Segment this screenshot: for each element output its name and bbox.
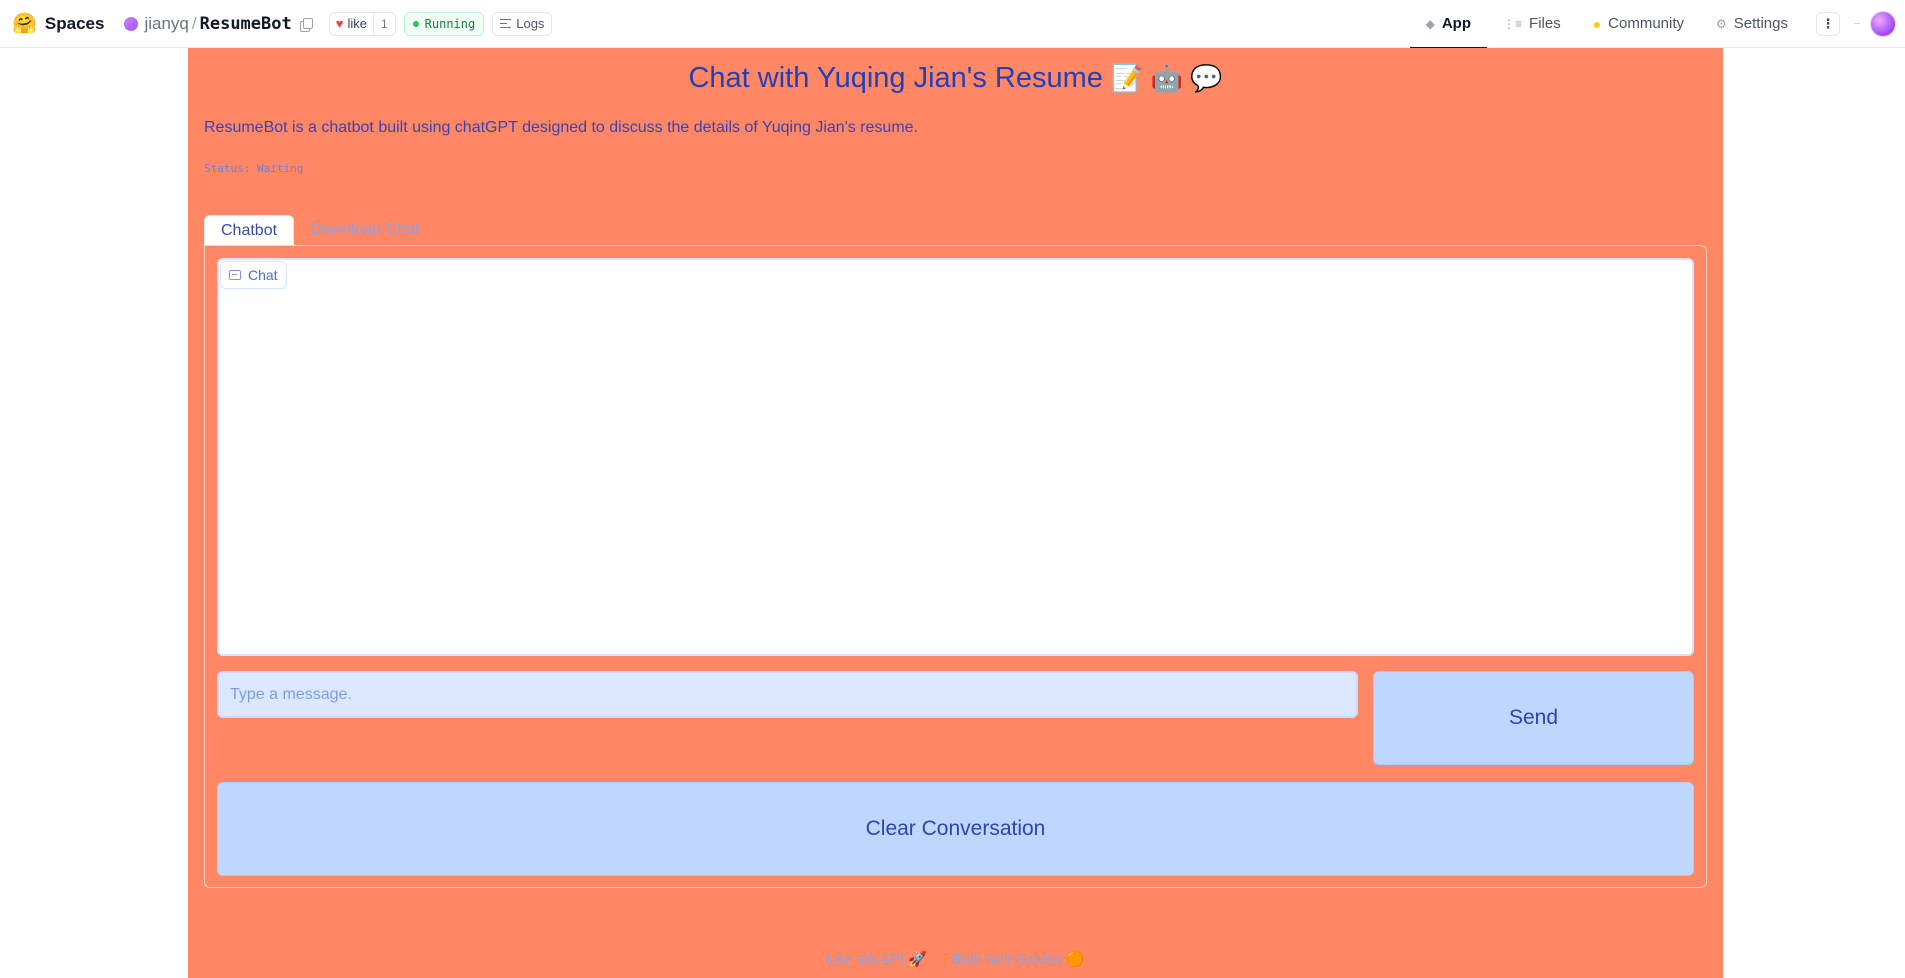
spaces-home-link[interactable]: 🤗 Spaces bbox=[12, 14, 104, 34]
tab-files[interactable]: ⋮≡ Files bbox=[1487, 0, 1577, 48]
community-icon: ● bbox=[1592, 15, 1602, 32]
logs-icon bbox=[500, 19, 512, 28]
like-control: ♥ like 1 bbox=[328, 11, 396, 36]
user-avatar[interactable] bbox=[1870, 10, 1896, 37]
space-nav: ◆ App ⋮≡ Files ● Community ⚙ Settings ⋮ bbox=[1409, 0, 1905, 49]
tab-download-chat[interactable]: Download Chat bbox=[294, 215, 435, 245]
tab-bar: Chatbot Download Chat bbox=[204, 215, 435, 245]
owner-link[interactable]: jianyq bbox=[144, 14, 188, 34]
tab-community-label: Community bbox=[1608, 15, 1685, 32]
use-via-api-link[interactable]: Use via API bbox=[827, 951, 905, 968]
logs-label: Logs bbox=[516, 16, 545, 31]
tab-app[interactable]: ◆ App bbox=[1409, 0, 1488, 49]
heart-icon: ♥ bbox=[335, 16, 344, 31]
spaces-label: Spaces bbox=[44, 13, 105, 33]
like-button[interactable]: ♥ like bbox=[330, 13, 373, 35]
chatbot-panel: Chat Send Clear Conversation bbox=[204, 245, 1707, 888]
tab-settings-label: Settings bbox=[1733, 15, 1788, 32]
message-input[interactable] bbox=[217, 671, 1358, 718]
gradio-app: Chat with Yuqing Jian's Resume 📝 🤖 💬 Res… bbox=[188, 48, 1723, 978]
repo-path: jianyq / ResumeBot bbox=[124, 13, 313, 34]
gradio-logo-icon: 🟠 bbox=[1065, 951, 1085, 968]
footer-separator: · bbox=[937, 951, 943, 968]
chat-label-text: Chat bbox=[248, 267, 278, 283]
hugging-face-logo-icon: 🤗 bbox=[12, 12, 37, 35]
like-label: like bbox=[347, 16, 367, 31]
top-navigation: 🤗 Spaces jianyq / ResumeBot ♥ like 1 Run… bbox=[0, 0, 1905, 49]
logs-button[interactable]: Logs bbox=[492, 11, 553, 36]
cube-icon: ◆ bbox=[1425, 16, 1435, 31]
owner-avatar bbox=[124, 16, 139, 31]
chat-window[interactable]: Chat bbox=[217, 258, 1694, 656]
chat-bubble-icon bbox=[229, 270, 241, 280]
status-badge[interactable]: Running bbox=[403, 11, 485, 36]
copy-icon[interactable] bbox=[299, 17, 313, 32]
page-title-text: Chat with Yuqing Jian's Resume bbox=[688, 62, 1103, 94]
divider bbox=[1854, 23, 1860, 24]
tab-community[interactable]: ● Community bbox=[1577, 0, 1700, 48]
footer: Use via API 🚀 · Built with Gradio 🟠 bbox=[188, 950, 1723, 968]
app-description: ResumeBot is a chatbot built using chatG… bbox=[204, 119, 918, 136]
send-button[interactable]: Send bbox=[1373, 671, 1694, 765]
chat-label: Chat bbox=[220, 261, 287, 289]
tab-app-label: App bbox=[1441, 15, 1472, 32]
page-title: Chat with Yuqing Jian's Resume 📝 🤖 💬 bbox=[188, 62, 1723, 95]
files-icon: ⋮≡ bbox=[1503, 16, 1523, 31]
repo-name-link[interactable]: ResumeBot bbox=[200, 14, 292, 34]
title-emoji-icons: 📝 🤖 💬 bbox=[1110, 63, 1223, 93]
clear-conversation-button[interactable]: Clear Conversation bbox=[217, 782, 1694, 876]
status-text: Running bbox=[424, 16, 476, 31]
path-separator: / bbox=[191, 13, 197, 33]
status-dot-icon bbox=[412, 20, 419, 27]
rocket-icon: 🚀 bbox=[908, 951, 927, 968]
like-count[interactable]: 1 bbox=[372, 12, 395, 35]
more-menu-button[interactable]: ⋮ bbox=[1816, 11, 1840, 36]
status-line: Status: Waiting bbox=[204, 162, 304, 175]
tab-chatbot[interactable]: Chatbot bbox=[204, 215, 295, 245]
built-with-gradio-link[interactable]: Built with Gradio bbox=[952, 951, 1061, 968]
tab-files-label: Files bbox=[1529, 15, 1561, 32]
gear-icon: ⚙ bbox=[1716, 16, 1727, 31]
tab-settings[interactable]: ⚙ Settings bbox=[1700, 0, 1804, 48]
